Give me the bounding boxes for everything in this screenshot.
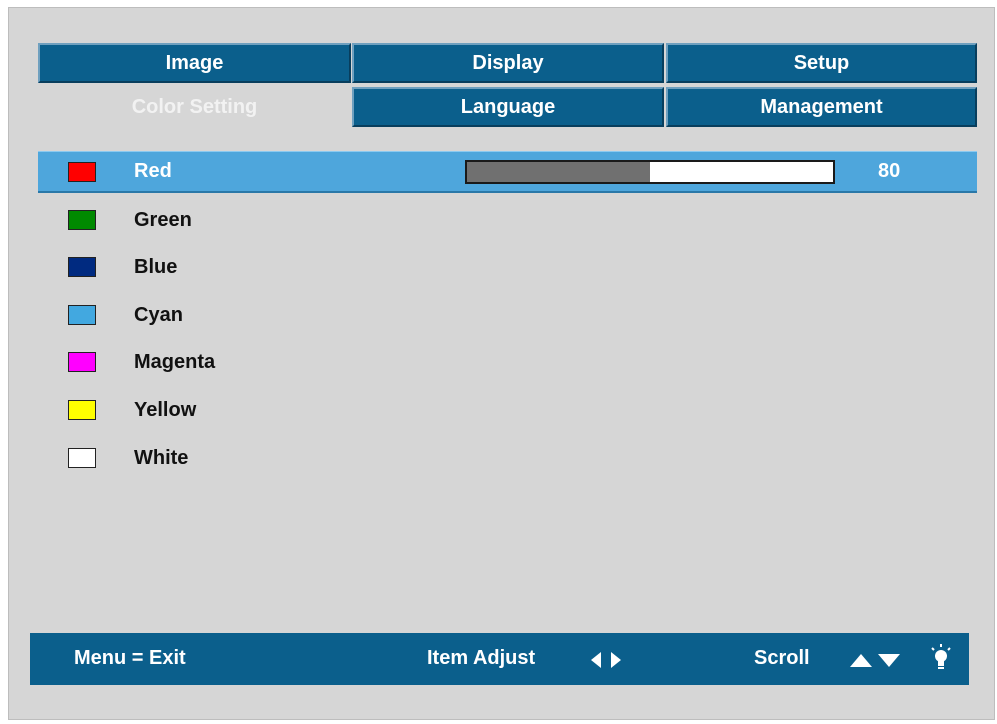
yellow-swatch [68, 400, 96, 420]
scroll-hint: Scroll [754, 647, 810, 669]
color-row-magenta[interactable]: Magenta [38, 341, 977, 383]
blue-swatch [68, 257, 96, 277]
left-right-arrows-icon [591, 652, 621, 668]
up-down-arrows-icon [850, 654, 900, 667]
tab-color-setting-label: Color Setting [131, 95, 258, 118]
row-label-yellow: Yellow [134, 398, 197, 421]
row-label-blue: Blue [134, 255, 178, 278]
tab-image-label: Image [165, 51, 224, 74]
white-swatch [68, 448, 96, 468]
tab-display[interactable]: Display [352, 43, 664, 83]
lightbulb-icon [931, 644, 951, 669]
cyan-swatch [68, 305, 96, 325]
magenta-swatch [68, 352, 96, 372]
green-swatch [68, 210, 96, 230]
menu-exit-hint: Menu = Exit [74, 647, 186, 669]
item-adjust-hint: Item Adjust [427, 647, 536, 669]
tab-management[interactable]: Management [666, 87, 977, 127]
color-row-yellow[interactable]: Yellow [38, 389, 977, 431]
color-row-white[interactable]: White [38, 437, 977, 479]
tab-color-setting[interactable]: Color Setting [38, 87, 351, 127]
tab-setup-label: Setup [793, 51, 850, 74]
footer-hint-bar: Menu = Exit Item Adjust Scroll [30, 633, 969, 685]
color-row-cyan[interactable]: Cyan [38, 294, 977, 336]
row-label-green: Green [134, 208, 192, 231]
row-label-white: White [134, 446, 189, 469]
red-level-value: 80 [878, 160, 901, 182]
tab-image[interactable]: Image [38, 43, 351, 83]
tab-language[interactable]: Language [352, 87, 664, 127]
color-row-green[interactable]: Green [38, 199, 977, 241]
red-level-slider[interactable] [465, 159, 835, 184]
tab-language-label: Language [460, 95, 556, 118]
row-label-magenta: Magenta [134, 350, 216, 373]
red-swatch [68, 161, 96, 182]
row-label-cyan: Cyan [134, 303, 183, 326]
tab-display-label: Display [472, 51, 544, 74]
color-row-blue[interactable]: Blue [38, 246, 977, 288]
slider-fill [467, 161, 650, 182]
color-row-red[interactable]: Red 80 [38, 151, 977, 193]
tab-management-label: Management [760, 95, 883, 118]
row-label-red: Red [134, 160, 172, 182]
tab-setup[interactable]: Setup [666, 43, 977, 83]
